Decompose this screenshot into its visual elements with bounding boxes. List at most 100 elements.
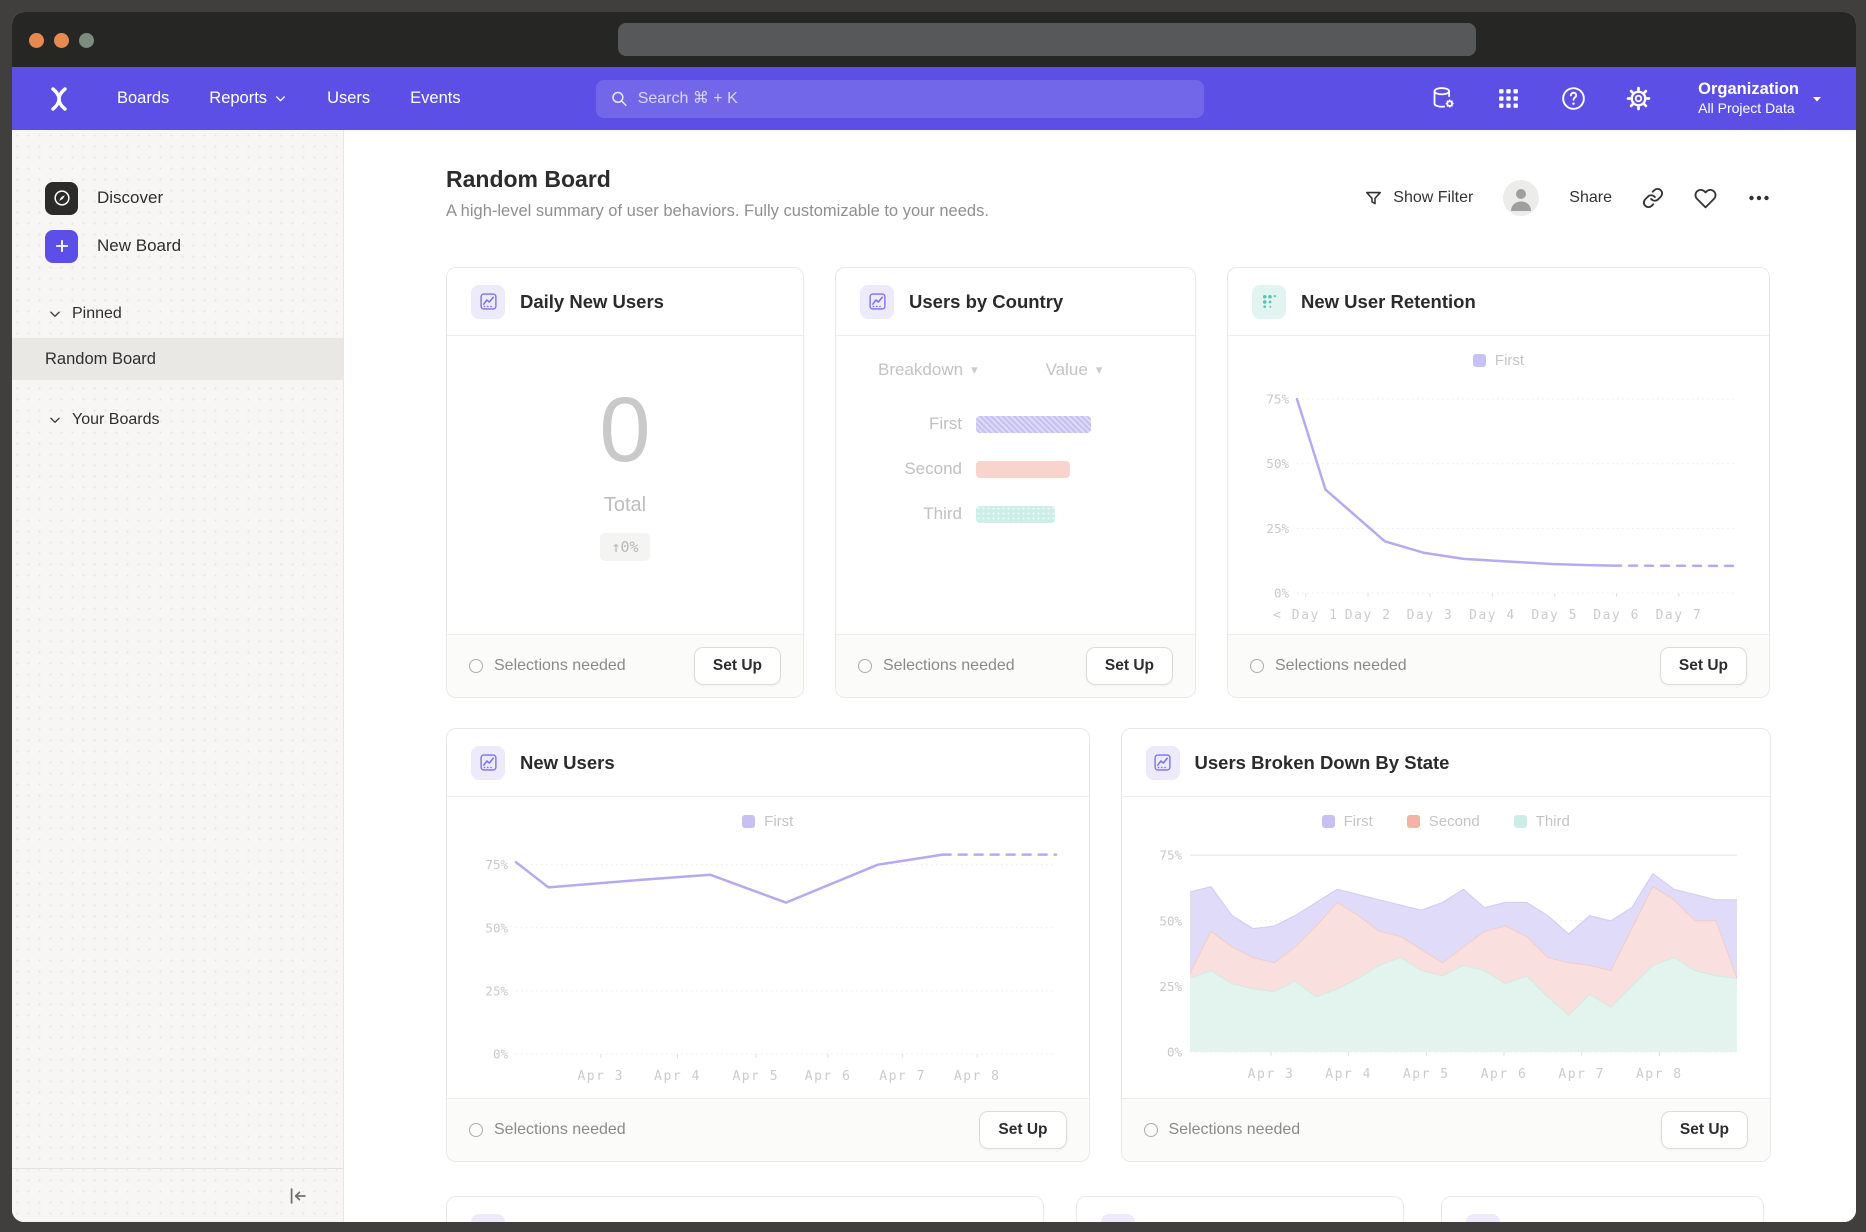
set-up-button[interactable]: Set Up (694, 647, 781, 685)
sidebar-item-discover[interactable]: Discover (12, 178, 343, 218)
card-header: Users Broken Down By State (1122, 729, 1771, 797)
set-up-button[interactable]: Set Up (1086, 647, 1173, 685)
nav-item-users[interactable]: Users (327, 89, 370, 108)
retention-grid-icon (1252, 285, 1286, 319)
chart-legend: First (447, 813, 1089, 830)
svg-text:< Day 1: < Day 1 (1273, 608, 1338, 623)
chart-svg: 75%50%25%0%Apr 3Apr 4Apr 5Apr 6Apr 7Apr … (470, 834, 1066, 1086)
sidebar-item-random-board[interactable]: Random Board (12, 338, 343, 380)
svg-text:0%: 0% (493, 1047, 509, 1062)
funnel-icon (1364, 189, 1383, 208)
bar-label: First (836, 414, 976, 434)
card-insights-report: Insights Report (1076, 1196, 1404, 1222)
status-circle-icon (858, 659, 872, 673)
breakdown-dropdown[interactable]: Breakdown▾ (878, 360, 978, 380)
card-footer: Selections needed Set Up (836, 634, 1195, 697)
svg-text:50%: 50% (1266, 456, 1289, 471)
nav-item-reports[interactable]: Reports (209, 89, 287, 108)
sidebar-item-new-board[interactable]: New Board (12, 226, 343, 266)
card-title: Stacked Line Graph (520, 1220, 694, 1222)
card-users-by-country: Users by Country Breakdown▾ Value▾ (835, 267, 1196, 698)
url-bar[interactable] (618, 23, 1476, 56)
card-header: New Users (447, 729, 1089, 797)
status-circle-icon (1250, 659, 1264, 673)
search-input[interactable] (638, 90, 1190, 108)
plus-icon (45, 230, 78, 263)
card-footer: Selections needed Set Up (1122, 1098, 1771, 1161)
card-footer: Selections needed Set Up (447, 634, 803, 697)
svg-text:Day 7: Day 7 (1656, 608, 1703, 623)
org-project: All Project Data (1698, 100, 1799, 118)
svg-text:Apr 6: Apr 6 (805, 1069, 852, 1084)
card-daily-new-users: Daily New Users 0 Total ↑0% Selections n… (446, 267, 804, 698)
share-button[interactable]: Share (1569, 189, 1612, 207)
window-minimize-button[interactable] (54, 33, 69, 48)
card-title: Users by Country (909, 291, 1063, 313)
bar-second (976, 461, 1070, 478)
svg-text:0%: 0% (1274, 586, 1290, 601)
card-users-by-state: Users Broken Down By State First Second (1121, 728, 1772, 1162)
nav-item-events[interactable]: Events (410, 89, 460, 108)
kpi-delta-badge: ↑0% (600, 533, 649, 561)
nav-item-boards[interactable]: Boards (117, 89, 169, 108)
show-filter-button[interactable]: Show Filter (1364, 189, 1473, 208)
org-switcher[interactable]: Organization All Project Data (1698, 79, 1823, 117)
bar-label: Third (836, 504, 976, 524)
mixpanel-logo-icon[interactable] (45, 85, 73, 113)
card-title: New Users (520, 752, 615, 774)
card-title: Daily New Users (520, 291, 664, 313)
apps-grid-icon[interactable] (1495, 85, 1522, 112)
global-search[interactable] (596, 80, 1204, 118)
sidebar-section-pinned[interactable]: Pinned (12, 300, 343, 328)
legend-swatch (1407, 815, 1420, 828)
discover-compass-icon (45, 182, 78, 215)
more-options-icon[interactable] (1747, 186, 1771, 210)
legend-swatch (1473, 354, 1486, 367)
help-icon[interactable] (1560, 85, 1587, 112)
value-dropdown[interactable]: Value▾ (1046, 360, 1103, 380)
data-management-icon[interactable] (1430, 85, 1457, 112)
window-close-button[interactable] (29, 33, 44, 48)
card-new-users: New Users First 75%50%25%0%Apr 3Apr 4Apr… (446, 728, 1090, 1162)
cards-row-2: New Users First 75%50%25%0%Apr 3Apr 4Apr… (446, 728, 1771, 1162)
board-main: Random Board A high-level summary of use… (344, 130, 1856, 1222)
insights-chart-icon (471, 285, 505, 319)
cards-row-3: Stacked Line Graph Insights Report (446, 1196, 1771, 1222)
copy-link-icon[interactable] (1642, 187, 1664, 209)
svg-text:Apr 7: Apr 7 (1559, 1067, 1606, 1082)
bar-first (976, 416, 1091, 433)
board-actions: Show Filter Share (1364, 180, 1771, 216)
chevron-down-icon (1811, 93, 1823, 105)
new-users-line-chart: 75%50%25%0%Apr 3Apr 4Apr 5Apr 6Apr 7Apr … (470, 834, 1066, 1086)
collapse-sidebar-icon[interactable] (287, 1185, 309, 1207)
settings-gear-icon[interactable] (1625, 85, 1652, 112)
bar-row: Second (836, 459, 1195, 479)
card-header: Users by Country (836, 268, 1195, 336)
traffic-lights (29, 33, 94, 48)
avatar[interactable] (1503, 180, 1539, 216)
insights-chart-icon (1466, 1214, 1500, 1222)
card-header: Stacked Line Graph (447, 1197, 1043, 1222)
insights-chart-icon (471, 746, 505, 780)
set-up-button[interactable]: Set Up (979, 1111, 1066, 1149)
svg-text:Apr 3: Apr 3 (577, 1069, 624, 1084)
status-circle-icon (469, 659, 483, 673)
sidebar-section-your-boards[interactable]: Your Boards (12, 406, 343, 434)
favorite-heart-icon[interactable] (1694, 187, 1717, 210)
chevron-down-icon (48, 413, 62, 427)
set-up-button[interactable]: Set Up (1660, 647, 1747, 685)
navbar-right: Organization All Project Data (1430, 79, 1823, 117)
top-navbar: Boards Reports Users Events (12, 67, 1856, 130)
kpi-label: Total (604, 494, 646, 517)
search-icon (610, 89, 628, 108)
svg-text:50%: 50% (485, 920, 508, 935)
nav-items: Boards Reports Users Events (117, 89, 461, 108)
chevron-down-icon (48, 307, 62, 321)
sidebar: Discover New Board Pinned Random Board Y… (12, 130, 344, 1222)
page-subtitle: A high-level summary of user behaviors. … (446, 202, 989, 221)
country-bar-chart: First Second Third (836, 414, 1195, 524)
window-zoom-button[interactable] (79, 33, 94, 48)
set-up-button[interactable]: Set Up (1661, 1111, 1748, 1149)
card-status: Selections needed (469, 1121, 626, 1139)
card-footer: Selections needed Set Up (447, 1098, 1089, 1161)
